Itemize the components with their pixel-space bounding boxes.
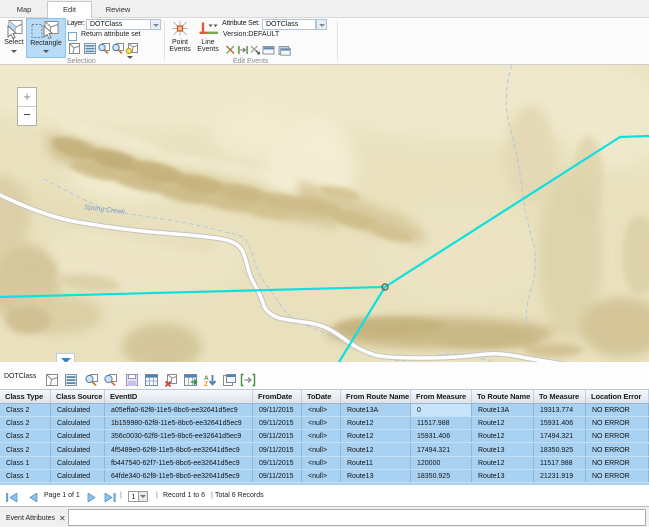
svg-text:Z: Z (204, 381, 208, 387)
